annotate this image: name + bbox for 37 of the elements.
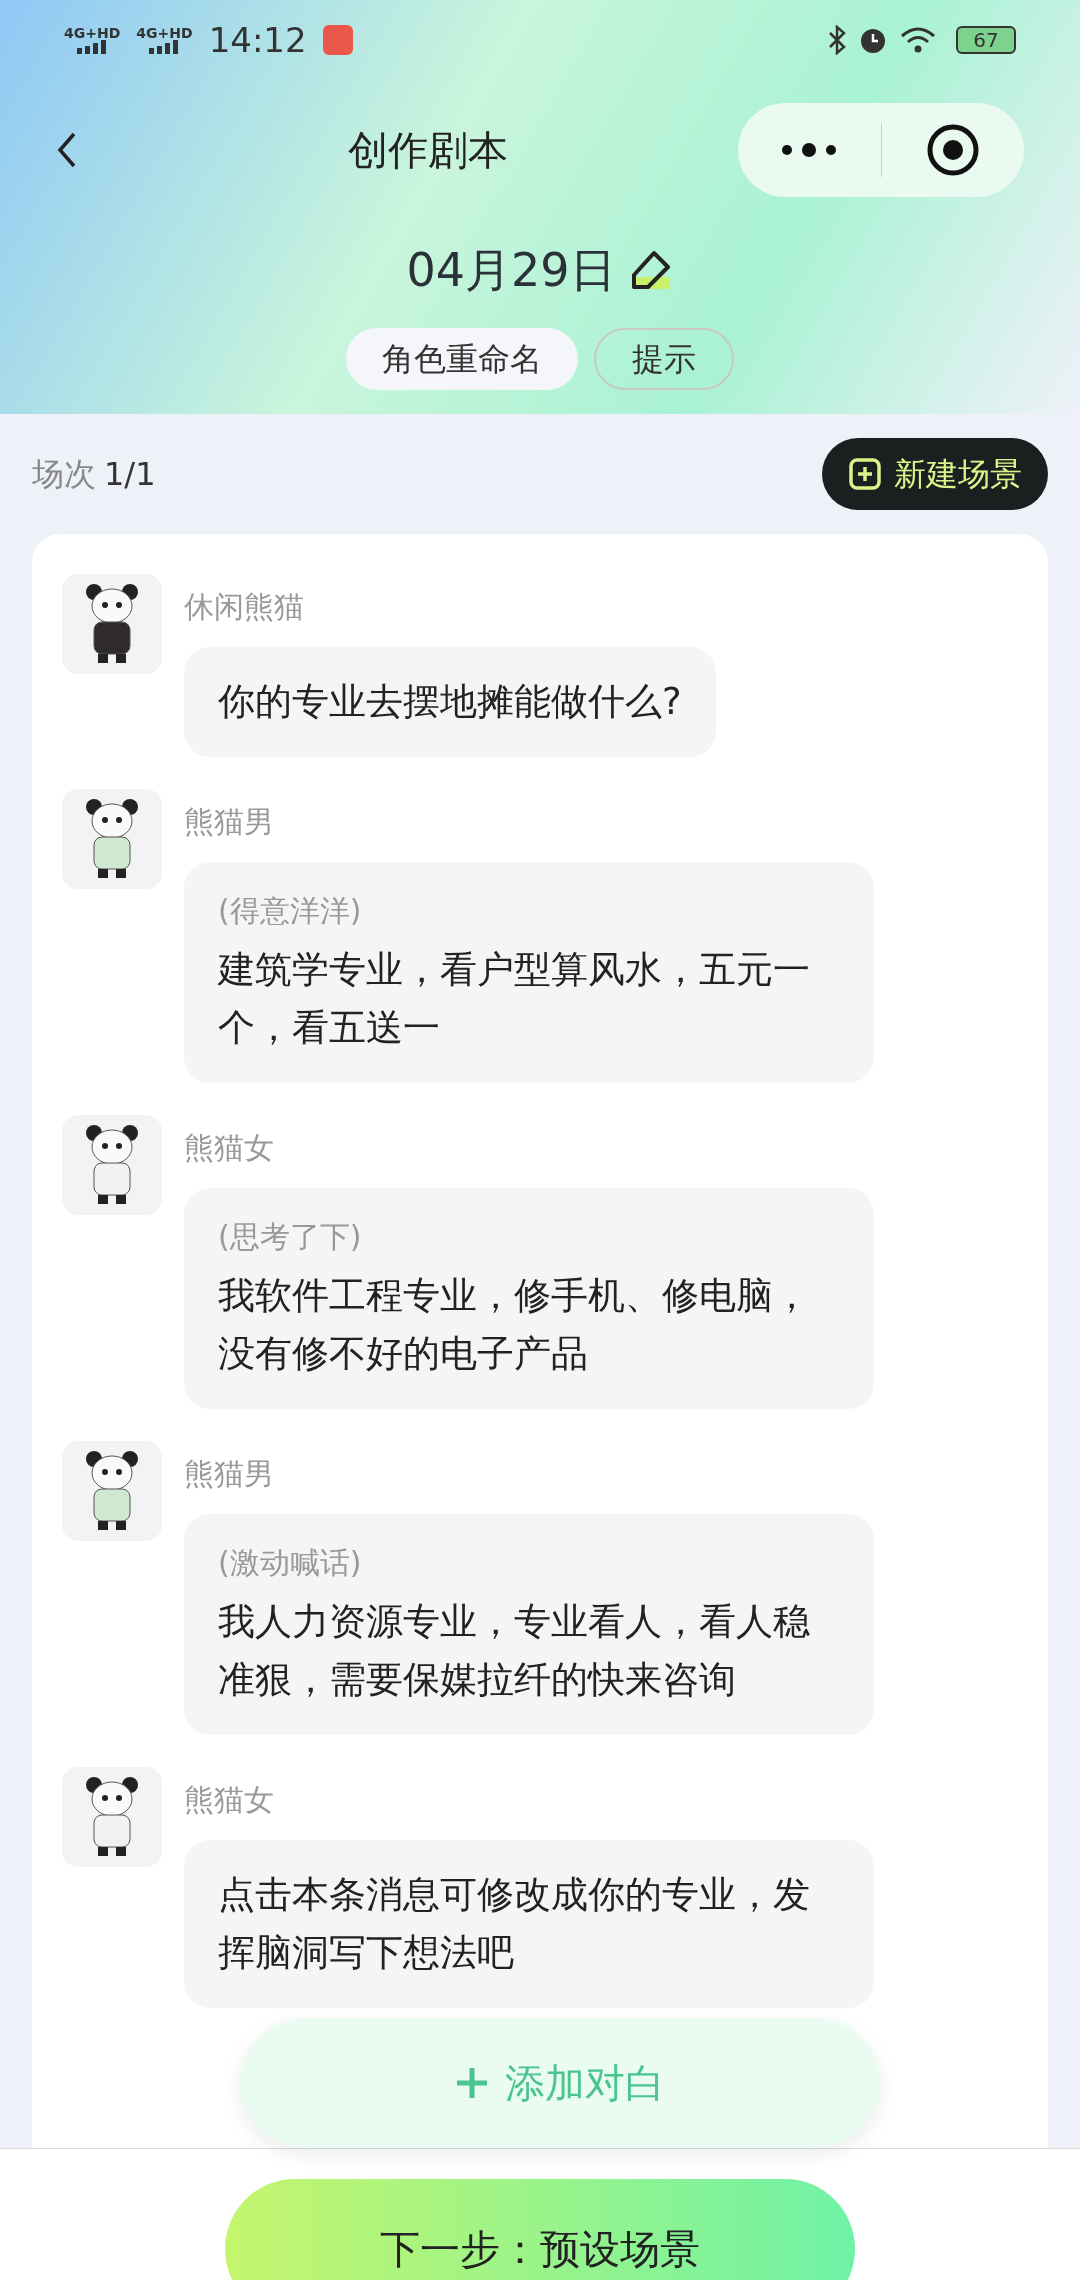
app-notification-icon <box>322 25 353 55</box>
message-text: 我人力资源专业，专业看人，看人稳准狠，需要保媒拉纤的快来咨询 <box>218 1599 811 1703</box>
hint-button[interactable]: 提示 <box>594 328 734 390</box>
plus-icon <box>455 2066 489 2100</box>
next-step-button[interactable]: 下一步：预设场景 <box>225 2179 855 2280</box>
action-text: (思考了下) <box>218 1218 363 1256</box>
action-text: (得意洋洋) <box>218 892 363 930</box>
message-text: 我软件工程专业，修手机、修电脑，没有修不好的电子产品 <box>218 1273 811 1377</box>
network-label: 4G+HD <box>136 26 193 40</box>
network-label: 4G+HD <box>64 26 121 40</box>
message-text: 建筑学专业，看户型算风水，五元一个，看五送一 <box>218 947 811 1051</box>
new-scene-button[interactable]: 新建场景 <box>822 438 1048 510</box>
message-bubble[interactable]: (激动喊话) 我人力资源专业，专业看人，看人稳准狠，需要保媒拉纤的快来咨询 <box>184 1514 874 1735</box>
wifi-icon <box>900 26 936 54</box>
back-icon[interactable] <box>56 130 78 170</box>
message-bubble[interactable]: (思考了下) 我软件工程专业，修手机、修电脑，没有修不好的电子产品 <box>184 1188 874 1409</box>
message-text: 你的专业去摆地摊能做什么? <box>218 679 682 725</box>
speaker-name: 熊猫男 <box>184 1455 275 1493</box>
action-text: (激动喊话) <box>218 1544 363 1582</box>
bluetooth-icon <box>828 25 846 55</box>
rename-role-button[interactable]: 角色重命名 <box>346 328 578 390</box>
speaker-name: 休闲熊猫 <box>184 588 305 626</box>
page-title: 创作剧本 <box>348 126 508 175</box>
status-time: 14:12 <box>208 18 307 62</box>
plus-square-icon <box>848 457 882 491</box>
message-bubble[interactable]: 点击本条消息可修改成你的专业，发挥脑洞写下想法吧 <box>184 1840 874 2008</box>
script-date: 04月29日 <box>406 241 616 299</box>
battery-indicator: 67 <box>956 26 1016 54</box>
message-text: 点击本条消息可修改成你的专业，发挥脑洞写下想法吧 <box>218 1872 811 1976</box>
speaker-name: 熊猫男 <box>184 803 275 841</box>
message-bubble[interactable]: 你的专业去摆地摊能做什么? <box>184 647 716 757</box>
speaker-name: 熊猫女 <box>184 1129 275 1167</box>
scene-label: 场次 <box>32 454 96 495</box>
scene-count: 1/1 <box>104 454 156 495</box>
message-bubble[interactable]: (得意洋洋) 建筑学专业，看户型算风水，五元一个，看五送一 <box>184 862 874 1083</box>
close-target-icon[interactable] <box>925 123 980 177</box>
speaker-name: 熊猫女 <box>184 1781 275 1819</box>
